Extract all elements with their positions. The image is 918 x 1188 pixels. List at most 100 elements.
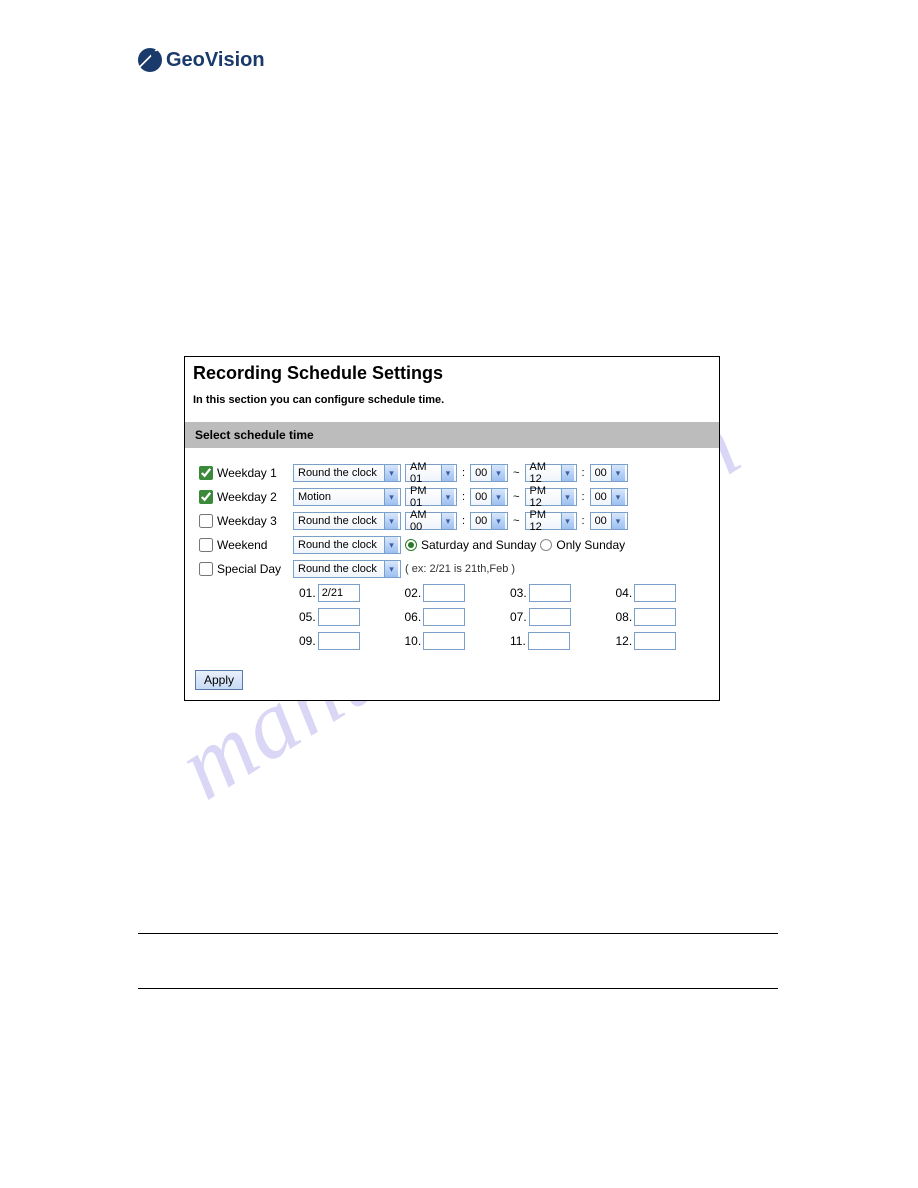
chevron-down-icon: ▾ — [384, 465, 398, 481]
weekend-mode-select[interactable]: Round the clock▾ — [293, 536, 401, 554]
sd-09-input[interactable] — [318, 632, 360, 650]
chevron-down-icon: ▾ — [384, 489, 398, 505]
weekday2-start-hour-select[interactable]: PM 01▾ — [405, 488, 457, 506]
colon-separator: : — [461, 515, 466, 527]
sd-03-input[interactable] — [529, 584, 571, 602]
weekday2-start-min-select[interactable]: 00▾ — [470, 488, 508, 506]
brand-text-geo: Geo — [166, 49, 205, 71]
sd-04-label: 04. — [616, 586, 633, 600]
colon-separator: : — [461, 491, 466, 503]
chevron-down-icon: ▾ — [491, 513, 505, 529]
weekday1-start-hour-select[interactable]: AM 01▾ — [405, 464, 457, 482]
weekday3-row: Weekday 3 Round the clock▾ AM 00▾ : 00▾ … — [193, 512, 711, 530]
weekday2-end-hour-select[interactable]: PM 12▾ — [525, 488, 577, 506]
weekday3-end-hour-select[interactable]: PM 12▾ — [525, 512, 577, 530]
chevron-down-icon: ▾ — [491, 489, 505, 505]
special-day-checkbox[interactable] — [199, 562, 213, 576]
range-separator: ~ — [512, 491, 520, 503]
weekday1-label: Weekday 1 — [217, 466, 289, 480]
weekend-sat-sun-radio[interactable]: Saturday and Sunday — [405, 538, 536, 552]
weekday3-end-min-select[interactable]: 00▾ — [590, 512, 628, 530]
sd-12-input[interactable] — [634, 632, 676, 650]
sd-03-label: 03. — [510, 586, 527, 600]
weekend-row: Weekend Round the clock▾ Saturday and Su… — [193, 536, 711, 554]
range-separator: ~ — [512, 515, 520, 527]
weekend-only-sun-radio[interactable]: Only Sunday — [540, 538, 625, 552]
sd-10-input[interactable] — [423, 632, 465, 650]
weekend-only-sun-label: Only Sunday — [556, 538, 625, 552]
footer-rule-bottom — [138, 988, 778, 989]
radio-empty-icon — [540, 539, 552, 551]
brand-text-vision: Vision — [205, 49, 265, 71]
chevron-down-icon: ▾ — [611, 489, 625, 505]
radio-filled-icon — [405, 539, 417, 551]
brand-text: GeoVision — [166, 49, 265, 72]
weekday3-start-min-select[interactable]: 00▾ — [470, 512, 508, 530]
footer-rule-top — [138, 933, 778, 934]
special-day-mode-select[interactable]: Round the clock▾ — [293, 560, 401, 578]
sd-11-input[interactable] — [528, 632, 570, 650]
sd-06-label: 06. — [405, 610, 422, 624]
sd-08-label: 08. — [616, 610, 633, 624]
chevron-down-icon: ▾ — [561, 489, 574, 505]
chevron-down-icon: ▾ — [611, 465, 625, 481]
panel-subtitle: In this section you can configure schedu… — [193, 394, 711, 406]
sd-06-input[interactable] — [423, 608, 465, 626]
sd-07-input[interactable] — [529, 608, 571, 626]
weekday1-end-min-select[interactable]: 00▾ — [590, 464, 628, 482]
special-days-grid: 01. 02. 03. 04. 05. 06. 07. 08. 09. 10. … — [299, 584, 711, 650]
special-day-hint: ( ex: 2/21 is 21th,Feb ) — [405, 563, 515, 575]
sd-07-label: 07. — [510, 610, 527, 624]
colon-separator: : — [581, 467, 586, 479]
panel-title: Recording Schedule Settings — [193, 363, 711, 384]
chevron-down-icon: ▾ — [561, 465, 574, 481]
apply-button[interactable]: Apply — [195, 670, 243, 690]
special-day-label: Special Day — [217, 562, 289, 576]
sd-09-label: 09. — [299, 634, 316, 648]
sd-02-input[interactable] — [423, 584, 465, 602]
chevron-down-icon: ▾ — [441, 465, 454, 481]
weekday2-row: Weekday 2 Motion▾ PM 01▾ : 00▾ ~ PM 12▾ … — [193, 488, 711, 506]
weekday2-label: Weekday 2 — [217, 490, 289, 504]
colon-separator: : — [581, 515, 586, 527]
brand-logo: GeoVision — [138, 48, 265, 72]
chevron-down-icon: ▾ — [384, 537, 398, 553]
chevron-down-icon: ▾ — [491, 465, 505, 481]
sd-08-input[interactable] — [634, 608, 676, 626]
brand-mark-icon — [138, 48, 162, 72]
weekend-label: Weekend — [217, 538, 289, 552]
weekday1-end-hour-select[interactable]: AM 12▾ — [525, 464, 577, 482]
weekday2-mode-select[interactable]: Motion▾ — [293, 488, 401, 506]
recording-schedule-panel: Recording Schedule Settings In this sect… — [184, 356, 720, 701]
weekday1-mode-select[interactable]: Round the clock▾ — [293, 464, 401, 482]
sd-02-label: 02. — [405, 586, 422, 600]
weekday3-label: Weekday 3 — [217, 514, 289, 528]
weekday3-start-hour-select[interactable]: AM 00▾ — [405, 512, 457, 530]
weekday2-end-min-select[interactable]: 00▾ — [590, 488, 628, 506]
weekend-checkbox[interactable] — [199, 538, 213, 552]
special-day-row: Special Day Round the clock▾ ( ex: 2/21 … — [193, 560, 711, 578]
select-schedule-time-header: Select schedule time — [185, 422, 719, 448]
chevron-down-icon: ▾ — [384, 513, 398, 529]
sd-12-label: 12. — [616, 634, 633, 648]
sd-11-label: 11. — [510, 634, 526, 648]
weekday3-mode-select[interactable]: Round the clock▾ — [293, 512, 401, 530]
chevron-down-icon: ▾ — [384, 561, 398, 577]
weekday1-row: Weekday 1 Round the clock▾ AM 01▾ : 00▾ … — [193, 464, 711, 482]
chevron-down-icon: ▾ — [441, 513, 454, 529]
sd-01-input[interactable] — [318, 584, 360, 602]
colon-separator: : — [581, 491, 586, 503]
sd-04-input[interactable] — [634, 584, 676, 602]
sd-05-input[interactable] — [318, 608, 360, 626]
sd-10-label: 10. — [405, 634, 422, 648]
range-separator: ~ — [512, 467, 520, 479]
weekday1-checkbox[interactable] — [199, 466, 213, 480]
colon-separator: : — [461, 467, 466, 479]
chevron-down-icon: ▾ — [611, 513, 625, 529]
chevron-down-icon: ▾ — [561, 513, 574, 529]
weekday1-start-min-select[interactable]: 00▾ — [470, 464, 508, 482]
sd-05-label: 05. — [299, 610, 316, 624]
weekend-sat-sun-label: Saturday and Sunday — [421, 538, 536, 552]
weekday3-checkbox[interactable] — [199, 514, 213, 528]
weekday2-checkbox[interactable] — [199, 490, 213, 504]
